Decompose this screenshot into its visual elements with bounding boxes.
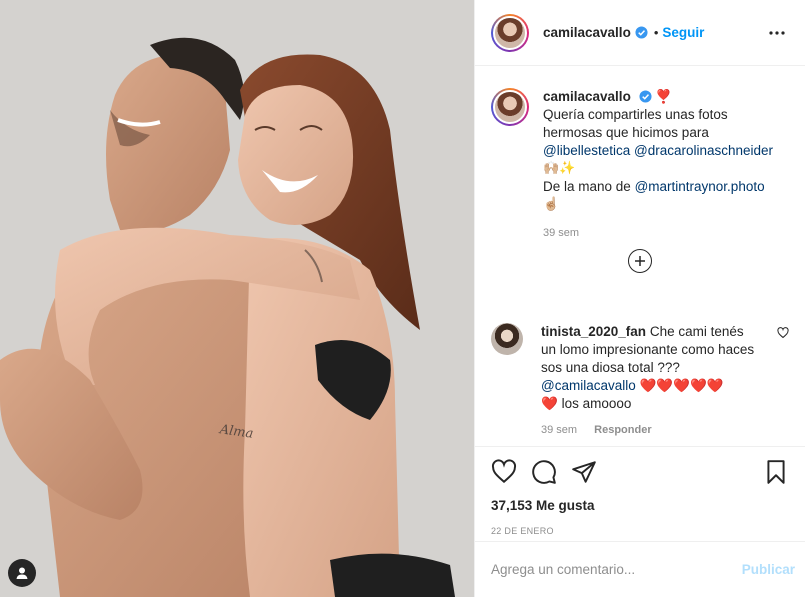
caption-heart-emoji: ❣️ (655, 89, 673, 105)
caption-mention-3[interactable]: @martintraynor.photo (635, 179, 765, 194)
comment-like-button[interactable] (777, 327, 789, 439)
caption-body: camilacavallo ❣️ Quería compartirles una… (543, 88, 789, 242)
comment-age[interactable]: 39 sem (541, 424, 577, 436)
comment-heart-2: ❤️ (541, 396, 558, 412)
caption-age[interactable]: 39 sem (543, 224, 789, 242)
caption-mention-1[interactable]: @libellestetica (543, 143, 630, 158)
separator-dot: • (653, 25, 659, 40)
verified-badge-icon (635, 26, 648, 39)
photo-illustration: Alma (0, 0, 474, 597)
comments-section: camilacavallo ❣️ Quería compartirles una… (475, 66, 805, 446)
post-actions: 37,153 Me gusta 22 DE ENERO (475, 446, 805, 541)
comment-tail: los amoooo (561, 396, 632, 411)
user-tag-icon (16, 567, 28, 579)
bookmark-icon[interactable] (763, 459, 789, 485)
load-more-comments (475, 249, 805, 273)
author-avatar[interactable] (491, 13, 529, 52)
comment-hearts: ❤️❤️❤️❤️❤️ (639, 378, 724, 394)
more-dots-icon (769, 30, 785, 35)
caption-emoji-line: 🙌🏼✨ (543, 161, 576, 176)
heart-outline-icon[interactable] (491, 459, 517, 485)
verified-badge-icon (639, 90, 652, 103)
reply-button[interactable]: Responder (594, 424, 651, 436)
publish-button[interactable]: Publicar (742, 562, 795, 577)
author-username[interactable]: camilacavallo (543, 25, 631, 40)
more-options-button[interactable] (765, 21, 789, 45)
post-header: camilacavallo • Seguir (475, 0, 805, 66)
load-more-button[interactable] (628, 249, 652, 273)
comment-username[interactable]: tinista_2020_fan (541, 324, 646, 339)
comment-bubble-icon[interactable] (531, 459, 557, 485)
instagram-post: Alma camilacavallo • Seguir camilacavall… (0, 0, 805, 597)
caption-text-2: De la mano de (543, 179, 631, 194)
tag-button[interactable] (8, 559, 36, 587)
action-icons (491, 459, 789, 485)
plus-circle-icon (635, 256, 645, 266)
comment-avatar[interactable] (491, 323, 523, 355)
heart-outline-icon (777, 327, 789, 339)
post-date: 22 DE ENERO (491, 526, 554, 536)
likes-count[interactable]: 37,153 Me gusta (491, 498, 789, 513)
post-photo[interactable]: Alma (0, 0, 474, 597)
caption-mention-2[interactable]: @dracarolinaschneider (634, 143, 773, 158)
comment-mention[interactable]: @camilacavallo (541, 378, 636, 393)
comment-item: tinista_2020_fan Che cami tenés un lomo … (491, 323, 789, 439)
comment-body: tinista_2020_fan Che cami tenés un lomo … (541, 323, 761, 439)
caption-username[interactable]: camilacavallo (543, 89, 631, 104)
follow-button[interactable]: Seguir (662, 25, 704, 40)
paper-plane-icon[interactable] (571, 459, 597, 485)
caption-emoji-end: ☝🏼 (543, 197, 560, 212)
caption-text-1: Quería compartirles unas fotos hermosas … (543, 107, 728, 140)
caption-avatar[interactable] (491, 88, 529, 126)
comment-meta: 39 sem Responder (541, 421, 761, 439)
comment-input[interactable] (491, 562, 742, 577)
add-comment-bar: Publicar (475, 541, 805, 597)
post-side-panel: camilacavallo • Seguir camilacavallo ❣️ … (474, 0, 805, 597)
caption: camilacavallo ❣️ Quería compartirles una… (491, 88, 789, 242)
